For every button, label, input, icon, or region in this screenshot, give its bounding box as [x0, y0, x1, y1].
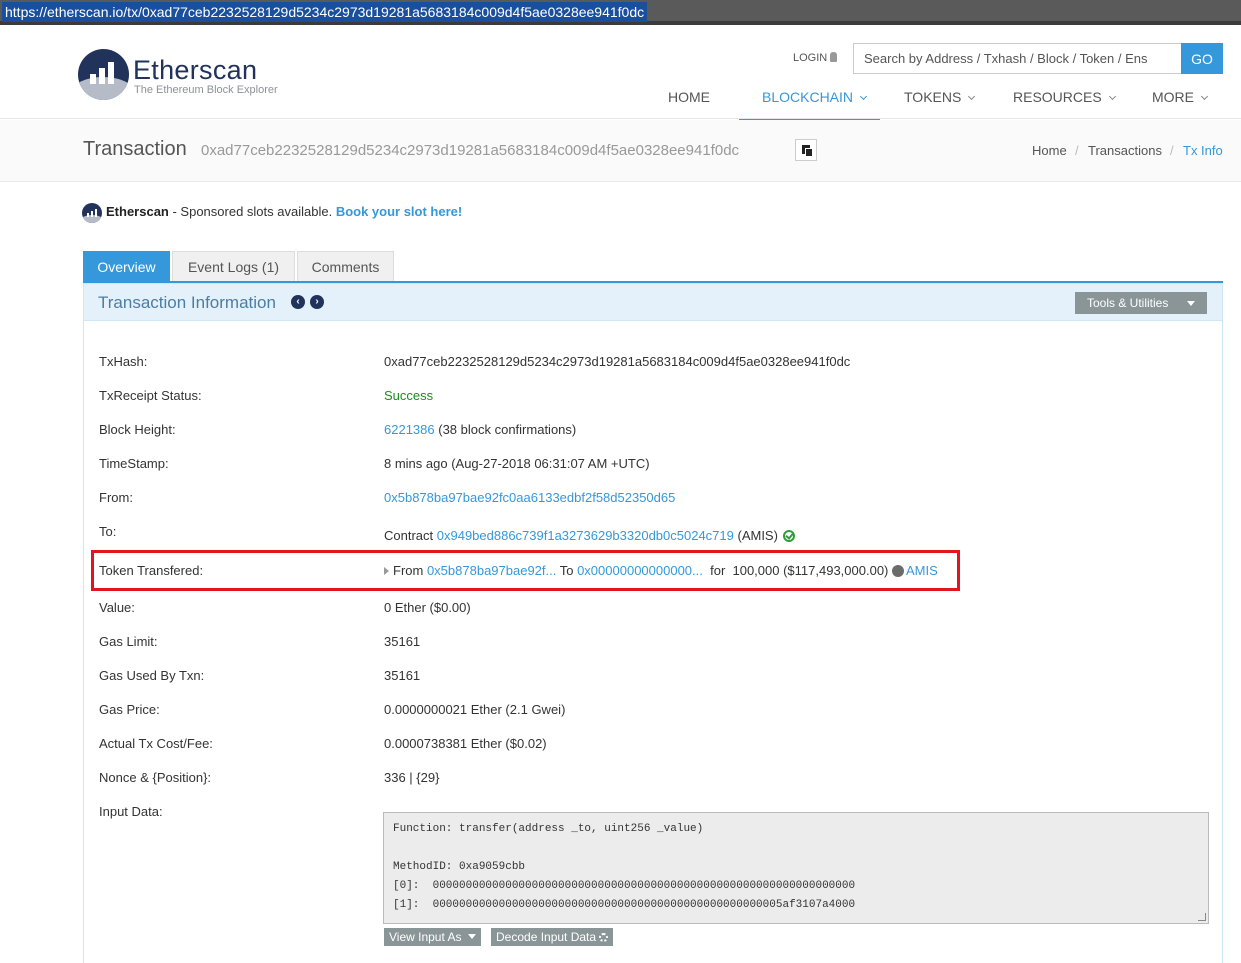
contract-address-link[interactable]: 0x949bed886c739f1a3273629b3320db0c5024c7… — [437, 528, 734, 543]
page-title-bar: Transaction 0xad77ceb2232528129d5234c297… — [0, 120, 1241, 182]
caret-down-icon — [467, 934, 476, 939]
timestamp-label: TimeStamp: — [99, 456, 169, 471]
nav-more[interactable]: MORE — [1152, 89, 1209, 119]
chevron-right-icon[interactable]: › — [310, 295, 324, 309]
input-data-line: Function: transfer(address _to, uint256 … — [393, 823, 704, 835]
chevron-down-icon — [859, 92, 868, 101]
panel-title: Transaction Information — [98, 293, 276, 312]
breadcrumb-separator: / — [1170, 143, 1174, 158]
tab-comments[interactable]: Comments — [297, 251, 394, 282]
chevron-down-icon — [1200, 92, 1209, 101]
login-link[interactable]: LOGIN — [793, 52, 838, 64]
breadcrumb-transactions[interactable]: Transactions — [1088, 143, 1162, 158]
value-label: Value: — [99, 600, 135, 615]
status-label: TxReceipt Status: — [99, 388, 202, 403]
tx-fee-value: 0.0000738381 Ether ($0.02) — [384, 736, 547, 751]
search-go-button[interactable]: GO — [1181, 43, 1223, 74]
breadcrumb-separator: / — [1075, 143, 1079, 158]
nonce-label: Nonce & {Position}: — [99, 770, 212, 785]
from-address-link[interactable]: 0x5b878ba97bae92fc0aa6133edbf2f58d52350d… — [384, 490, 675, 505]
etherscan-small-logo-icon — [82, 203, 102, 223]
value-value: 0 Ether ($0.00) — [384, 600, 471, 615]
sponsor-banner: Etherscan - Sponsored slots available. B… — [106, 204, 463, 219]
gas-price-value: 0.0000000021 Ether (2.1 Gwei) — [384, 702, 566, 717]
to-label: To: — [99, 524, 117, 539]
breadcrumb-current: Tx Info — [1183, 143, 1223, 158]
tab-overview[interactable]: Overview — [83, 251, 170, 282]
breadcrumb-home[interactable]: Home — [1032, 143, 1067, 158]
logo-name[interactable]: Etherscan — [133, 55, 257, 86]
copy-icon[interactable] — [795, 139, 817, 161]
timestamp-value: 8 mins ago (Aug-27-2018 06:31:07 AM +UTC… — [384, 456, 650, 471]
highlight-annotation-box — [91, 550, 960, 591]
resize-handle-icon[interactable] — [1198, 913, 1206, 921]
view-input-as-button[interactable]: View Input As — [384, 928, 481, 946]
tab-event-logs[interactable]: Event Logs (1) — [172, 251, 295, 282]
block-link[interactable]: 6221386 — [384, 422, 435, 437]
gas-limit-label: Gas Limit: — [99, 634, 158, 649]
status-value: Success — [384, 388, 434, 403]
etherscan-logo-icon[interactable] — [78, 49, 129, 100]
nonce-value: 336 | {29} — [384, 770, 440, 785]
chevron-down-icon — [1108, 92, 1116, 101]
user-icon — [830, 52, 838, 62]
txhash-label: TxHash: — [99, 354, 148, 369]
gas-used-value: 35161 — [384, 668, 421, 683]
input-data-label: Input Data: — [99, 804, 163, 819]
gas-limit-value: 35161 — [384, 634, 421, 649]
from-value: 0x5b878ba97bae92fc0aa6133edbf2f58d52350d… — [384, 490, 675, 505]
browser-address-bar[interactable]: https://etherscan.io/tx/0xad77ceb2232528… — [0, 0, 1241, 25]
chevron-down-icon — [968, 92, 976, 101]
input-data-line: MethodID: 0xa9059cbb — [393, 861, 526, 873]
input-data-line — [393, 842, 1199, 861]
block-height-label: Block Height: — [99, 422, 176, 437]
page-title: Transaction — [83, 138, 187, 160]
logo-tagline: The Ethereum Block Explorer — [134, 84, 278, 96]
gas-used-label: Gas Used By Txn: — [99, 668, 205, 683]
txhash-value: 0xad77ceb2232528129d5234c2973d19281a5683… — [384, 354, 851, 369]
nav-home[interactable]: HOME — [668, 89, 710, 119]
chevron-left-icon[interactable]: ‹ — [291, 295, 305, 309]
tx-fee-label: Actual Tx Cost/Fee: — [99, 736, 213, 751]
verified-check-icon — [782, 530, 795, 542]
input-data-textarea[interactable]: Function: transfer(address _to, uint256 … — [383, 812, 1209, 924]
caret-down-icon — [1187, 301, 1195, 306]
transaction-hash: 0xad77ceb2232528129d5234c2973d19281a5683… — [201, 142, 740, 159]
decode-input-button[interactable]: Decode Input Data — [491, 928, 614, 946]
input-data-line: [0]: 00000000000000000000000000000000000… — [393, 880, 856, 892]
search-input[interactable] — [853, 43, 1182, 74]
site-header: Etherscan The Ethereum Block Explorer LO… — [0, 29, 1241, 121]
tools-utilities-dropdown[interactable]: Tools & Utilities — [1075, 292, 1207, 314]
to-value: Contract 0x949bed886c739f1a3273629b3320d… — [384, 528, 795, 543]
input-data-line: [1]: 00000000000000000000000000000000000… — [393, 899, 856, 911]
gear-icon — [599, 933, 609, 942]
url-text[interactable]: https://etherscan.io/tx/0xad77ceb2232528… — [2, 2, 648, 22]
block-height-value: 6221386 (38 block confirmations) — [384, 422, 577, 437]
from-label: From: — [99, 490, 133, 505]
nav-resources[interactable]: RESOURCES — [1013, 89, 1116, 119]
book-slot-link[interactable]: Book your slot here! — [336, 204, 462, 219]
gas-price-label: Gas Price: — [99, 702, 160, 717]
nav-tokens[interactable]: TOKENS — [904, 89, 976, 119]
nav-blockchain[interactable]: BLOCKCHAIN — [739, 89, 880, 121]
